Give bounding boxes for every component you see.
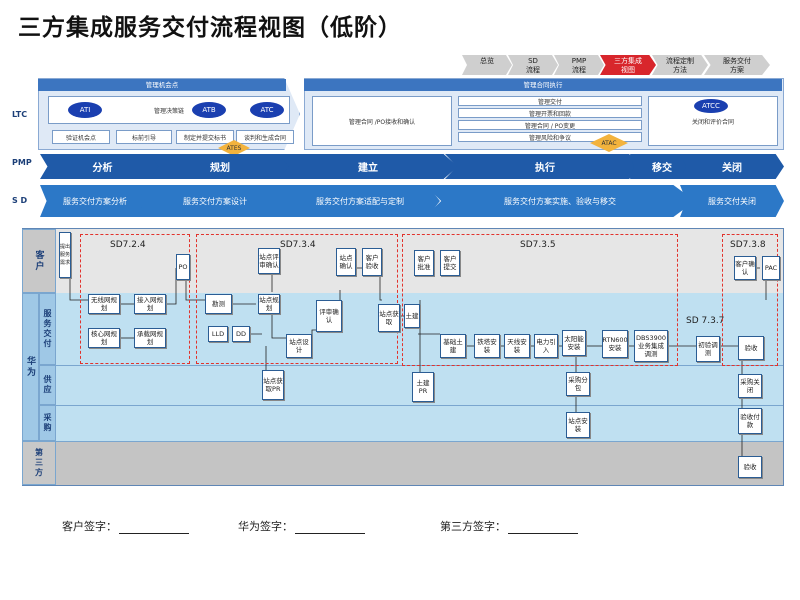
box-po[interactable]: PO: [176, 254, 190, 280]
box-pac[interactable]: PAC: [762, 256, 780, 280]
section-label-sd737: SD 7.3.7: [686, 316, 725, 326]
signature-third-party: 第三方签字：: [440, 518, 578, 534]
box-customer-approve[interactable]: 客户批准: [414, 250, 434, 276]
box-access-plan[interactable]: 接入网规划: [134, 294, 166, 314]
box-antenna[interactable]: 天线安装: [504, 334, 530, 358]
box-purchase-close[interactable]: 采购关闭: [738, 374, 762, 398]
signature-huawei: 华为签字：: [238, 518, 365, 534]
box-survey[interactable]: 勘测: [205, 294, 232, 314]
box-site-confirm[interactable]: 站点确认: [336, 248, 356, 276]
box-lld[interactable]: LLD: [208, 326, 228, 342]
box-foundation[interactable]: 基础土建: [440, 334, 466, 358]
section-label-sd734: SD7.3.4: [280, 240, 316, 250]
box-third-pay[interactable]: 验收付款: [738, 408, 762, 434]
box-dd[interactable]: DD: [232, 326, 250, 342]
section-label-sd738: SD7.3.8: [730, 240, 766, 250]
section-label-sd735: SD7.3.5: [520, 240, 556, 250]
box-site-ready[interactable]: 站点获取: [378, 304, 400, 332]
box-customer-final[interactable]: 客户确认: [734, 256, 756, 280]
box-tower-install[interactable]: 铁塔安装: [474, 334, 500, 358]
box-wireless-plan[interactable]: 无线网规划: [88, 294, 120, 314]
box-rtn600[interactable]: RTN600安装: [602, 330, 628, 358]
box-site-design[interactable]: 站点设计: [286, 334, 312, 358]
box-site-plan[interactable]: 站点规划: [258, 294, 280, 314]
box-bearer-plan[interactable]: 承载网规划: [134, 328, 166, 348]
box-site-install[interactable]: 站点安装: [566, 412, 590, 438]
box-customer-accept[interactable]: 客户验收: [362, 248, 382, 276]
box-accept[interactable]: 验收: [738, 336, 764, 360]
box-commission[interactable]: 初验调测: [696, 336, 720, 362]
box-third-accept[interactable]: 验收: [738, 456, 762, 478]
box-civil-pr[interactable]: 土建PR: [412, 372, 434, 402]
signature-customer: 客户签字：: [62, 518, 189, 534]
section-label-sd724: SD7.2.4: [110, 240, 146, 250]
box-customer-request[interactable]: 提出服务需求: [59, 232, 71, 278]
box-dbs3900[interactable]: DBS3900业务集成调测: [634, 330, 668, 362]
box-civil[interactable]: 土建: [404, 304, 420, 328]
box-solar[interactable]: 太阳能安装: [562, 330, 586, 356]
box-site-pr[interactable]: 站点获取PR: [262, 370, 284, 400]
box-review[interactable]: 评审确认: [316, 300, 342, 332]
box-customer-submit[interactable]: 客户提交: [440, 250, 460, 276]
box-power[interactable]: 电力引入: [534, 334, 558, 358]
box-core-plan[interactable]: 核心网规划: [88, 328, 120, 348]
box-site-plan-customer[interactable]: 站点评审确认: [258, 248, 280, 274]
box-subcontract[interactable]: 采购分包: [566, 372, 590, 396]
